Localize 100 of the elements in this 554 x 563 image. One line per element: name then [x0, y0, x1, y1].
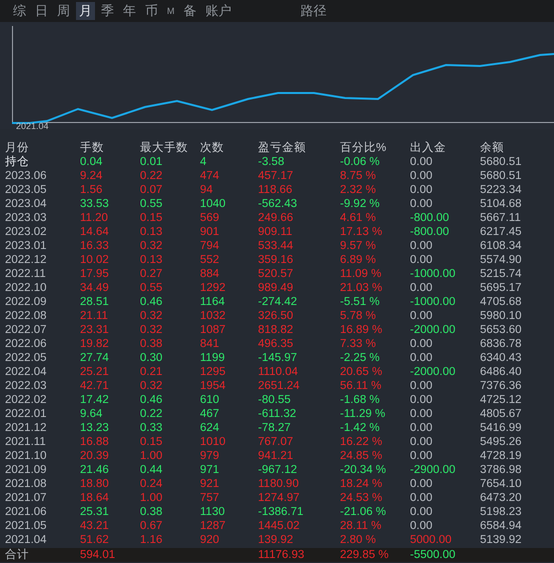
table-cell-text: 27.74: [80, 352, 110, 364]
table-cell-text: 909.11: [258, 226, 294, 238]
table-cell-text: 0.22: [140, 408, 164, 420]
table-cell-text: -1.42 %: [340, 422, 381, 434]
table-cell-text: 1287: [200, 520, 227, 532]
table-cell-text: 2021.05: [4, 520, 48, 532]
table-cell-text: 5416.99: [480, 422, 523, 434]
tab[interactable]: 综: [10, 2, 29, 20]
table-cell-text: 4725.12: [480, 394, 523, 406]
table-cell-text: 2022.07: [4, 324, 48, 336]
table-cell-text: 2.32 %: [340, 184, 377, 196]
tab[interactable]: 币: [142, 2, 161, 20]
column-header: 出入金: [410, 142, 447, 154]
table-cell-text: 5495.26: [480, 436, 523, 448]
table-cell-text: 0.55: [140, 198, 164, 210]
table-cell-text: 5653.60: [480, 324, 523, 336]
tab[interactable]: M: [164, 2, 178, 20]
table-cell-text: 971: [200, 464, 220, 476]
table-cell-text: 13.23: [80, 422, 110, 434]
tab[interactable]: 日: [32, 2, 51, 20]
table-cell-text: 21.11: [80, 310, 109, 322]
tab[interactable]: 路径: [298, 2, 330, 20]
tab[interactable]: 月: [76, 2, 95, 20]
table-cell-text: 139.92: [258, 534, 294, 546]
table-cell-text: 884: [200, 268, 220, 280]
table-cell-text: 0.22: [140, 170, 164, 182]
table-cell-text: 2023.05: [4, 184, 48, 196]
table-cell-text: 42.71: [80, 380, 110, 392]
table-cell-text: -1386.71: [258, 506, 304, 518]
table-cell-text: 979: [200, 450, 220, 462]
table-cell-text: 0.30: [140, 352, 164, 364]
table-cell-text: 16.89 %: [340, 324, 384, 336]
table-cell-text: 757: [200, 492, 220, 504]
table-cell-text: 0.00: [410, 240, 434, 252]
table-cell-text: 2023.02: [4, 226, 48, 238]
tab[interactable]: 账户: [202, 2, 234, 20]
table-cell-text: 28.51: [80, 296, 110, 308]
table-cell-text: 5695.17: [480, 282, 523, 294]
table-cell-text: 359.16: [258, 254, 294, 266]
table-cell-text: 5223.34: [480, 184, 523, 196]
table-cell-text: 6584.94: [480, 520, 523, 532]
table-cell-text: 16.33: [80, 240, 110, 252]
table-cell-text: 0.38: [140, 338, 164, 350]
table-cell-text: 21.46: [80, 464, 110, 476]
table-cell-text: 8.75 %: [340, 170, 377, 182]
table-cell-text: 767.07: [258, 436, 294, 448]
table-cell-text: -1000.00: [410, 296, 456, 308]
table-cell-text: 21.03 %: [340, 282, 384, 294]
table-cell-text: 0.00: [410, 450, 434, 462]
table-cell-text: 0.33: [140, 422, 164, 434]
tab[interactable]: 季: [98, 2, 117, 20]
table-cell-text: 1010: [200, 436, 227, 448]
table-cell-text: 1130: [200, 506, 226, 518]
table-cell-text: 841: [200, 338, 220, 350]
table-cell-text: 5.78 %: [340, 310, 377, 322]
table-cell-text: 0.00: [410, 282, 434, 294]
table-cell-text: 3786.98: [480, 464, 523, 476]
table-cell-text: 51.62: [80, 534, 110, 546]
tab[interactable]: 年: [120, 2, 139, 20]
tab[interactable]: 周: [54, 2, 73, 20]
table-cell-text: 5215.74: [480, 268, 523, 280]
table-cell-text: 56.11 %: [340, 380, 382, 392]
table-cell-text: 5980.10: [480, 310, 523, 322]
table-cell-text: 0.32: [140, 324, 164, 336]
table-cell-text: 9.24: [80, 170, 104, 182]
table-cell-text: 43.21: [80, 520, 110, 532]
table-cell-text: 4805.67: [480, 408, 523, 420]
table-cell-text: 2021.08: [4, 478, 48, 490]
table-cell-text: 4: [200, 156, 208, 168]
table-cell-text: 0.00: [410, 156, 434, 168]
table-cell-text: 1.00: [140, 492, 164, 504]
table-cell-text: 229.85 %: [340, 548, 390, 562]
table-cell-text: 1.56: [80, 184, 104, 196]
table-cell-text: 1040: [200, 198, 227, 210]
tab[interactable]: 备: [180, 2, 200, 20]
table-cell-text: 2022.08: [4, 310, 48, 322]
table-cell-text: 5198.23: [480, 506, 523, 518]
table-cell-text: -20.34 %: [340, 464, 388, 476]
table-cell-text: 1292: [200, 282, 227, 294]
table-cell-text: 5680.51: [480, 156, 523, 168]
table-cell-text: 5000.00: [410, 534, 453, 546]
table-cell-text: 2022.02: [4, 394, 48, 406]
table-cell-text: 0.13: [140, 226, 164, 238]
table-cell-text: 33.53: [80, 198, 110, 210]
table-cell-text: 4728.19: [480, 450, 523, 462]
table-cell-text: 0.00: [410, 254, 434, 266]
table-cell-text: 0.00: [410, 436, 434, 448]
table-cell-text: 0.32: [140, 310, 164, 322]
table-cell-text: 2022.10: [4, 282, 48, 294]
table-cell-text: 610: [200, 394, 220, 406]
table-cell-text: 2022.11: [4, 268, 47, 280]
table-cell-text: 6108.34: [480, 240, 523, 252]
table-cell-text: 25.21: [80, 366, 110, 378]
table-cell-text: 20.65 %: [340, 366, 384, 378]
table-cell-text: 1274.97: [258, 492, 301, 504]
table-cell-text: 2023.01: [4, 240, 48, 252]
table-cell-text: 921: [200, 478, 220, 490]
table-cell-text: -3.58: [258, 156, 286, 168]
table-cell-text: 7.33 %: [340, 338, 377, 350]
table-cell-text: 0.67: [140, 520, 164, 532]
